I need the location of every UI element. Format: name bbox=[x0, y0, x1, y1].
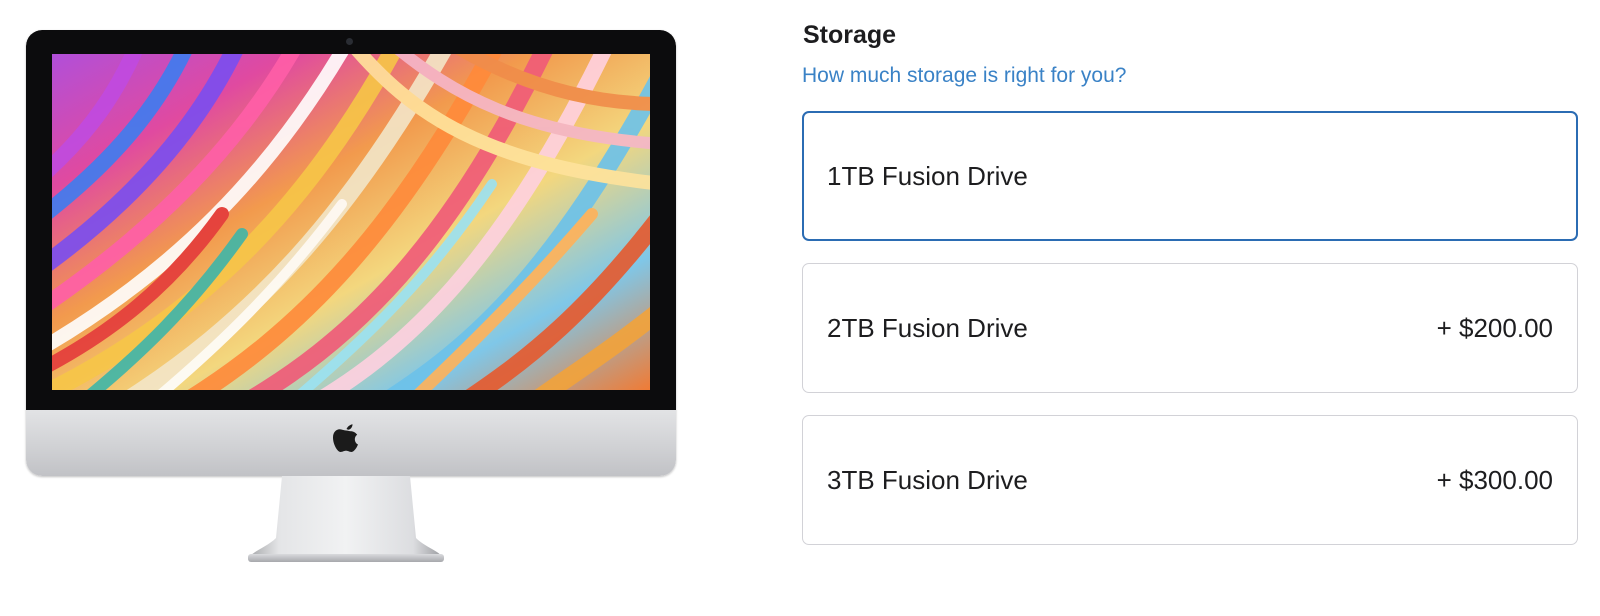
camera-icon bbox=[346, 38, 353, 45]
imac-chin bbox=[26, 410, 676, 476]
imac-stand bbox=[248, 476, 444, 562]
wallpaper-image bbox=[52, 54, 650, 390]
storage-section: Storage How much storage is right for yo… bbox=[802, 18, 1578, 545]
option-label: 2TB Fusion Drive bbox=[827, 312, 1028, 343]
screen-bezel bbox=[26, 30, 676, 410]
storage-title: Storage bbox=[803, 21, 897, 49]
storage-options: 1TB Fusion Drive 2TB Fusion Drive + $200… bbox=[802, 111, 1578, 567]
storage-help-link[interactable]: How much storage is right for you? bbox=[802, 62, 1126, 90]
option-price: + $300.00 bbox=[1436, 464, 1553, 495]
storage-option-1tb[interactable]: 1TB Fusion Drive bbox=[802, 111, 1578, 241]
storage-config-page: Storage How much storage is right for yo… bbox=[0, 0, 1600, 616]
option-price: + $200.00 bbox=[1436, 312, 1553, 343]
apple-logo-icon bbox=[333, 424, 358, 452]
imac-display bbox=[26, 30, 676, 476]
option-label: 3TB Fusion Drive bbox=[827, 464, 1028, 495]
storage-option-2tb[interactable]: 2TB Fusion Drive + $200.00 bbox=[802, 263, 1578, 393]
option-label: 1TB Fusion Drive bbox=[827, 160, 1028, 191]
imac-product-image bbox=[26, 30, 676, 570]
storage-option-3tb[interactable]: 3TB Fusion Drive + $300.00 bbox=[802, 415, 1578, 545]
